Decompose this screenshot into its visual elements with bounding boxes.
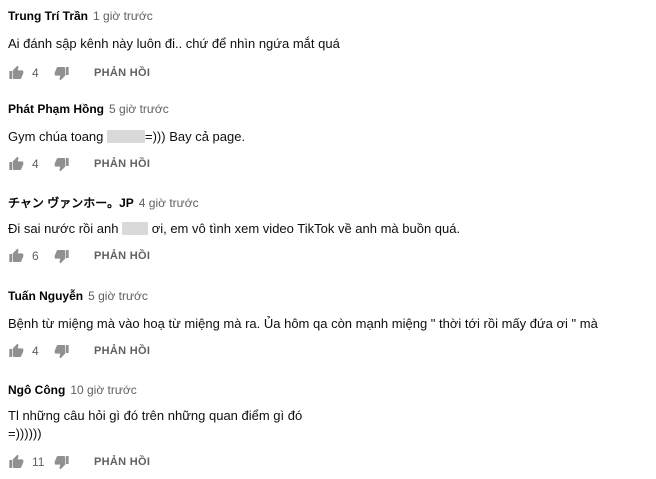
like-count: 6: [32, 249, 39, 263]
comment-text: Gym chúa toang =))) Bay cả page.: [8, 129, 246, 144]
comment-author[interactable]: Tuấn Nguyễn: [8, 289, 83, 303]
comment-item: チャン ヴァンホー。JP 4 giờ trước Đi sai nước rồi…: [8, 194, 652, 265]
comment-item: Ngô Công 10 giờ trước Tl những câu hỏi g…: [8, 383, 652, 471]
reply-button[interactable]: PHẢN HỒI: [94, 345, 150, 357]
thumbs-down-icon[interactable]: [54, 156, 70, 172]
comment-text: Tl những câu hỏi gì đó trên những quan đ…: [8, 408, 303, 441]
reply-button[interactable]: PHẢN HỒI: [94, 250, 150, 262]
comment-text: Bệnh từ miệng mà vào hoạ từ miệng mà ra.…: [8, 316, 598, 331]
like-count: 4: [32, 344, 39, 358]
comment-text: Đi sai nước rồi anh ơi, em vô tình xem v…: [8, 221, 461, 236]
reply-button[interactable]: PHẢN HỒI: [94, 158, 150, 170]
thumbs-down-icon[interactable]: [54, 343, 70, 359]
comment-item: Phát Phạm Hồng 5 giờ trước Gym chúa toan…: [8, 102, 652, 173]
thumbs-up-icon[interactable]: [8, 343, 24, 359]
comment-author[interactable]: チャン ヴァンホー。JP: [8, 194, 134, 211]
comment-time[interactable]: 5 giờ trước: [88, 289, 148, 303]
like-count: 4: [32, 66, 39, 80]
reply-button[interactable]: PHẢN HỒI: [94, 67, 150, 79]
comment-time[interactable]: 5 giờ trước: [109, 102, 169, 116]
thumbs-up-icon[interactable]: [8, 65, 24, 81]
comment-item: Tuấn Nguyễn 5 giờ trước Bệnh từ miệng mà…: [8, 289, 652, 360]
thumbs-up-icon[interactable]: [8, 156, 24, 172]
redacted-blur: [122, 222, 149, 235]
like-count: 4: [32, 157, 39, 171]
like-count: 11: [32, 455, 45, 469]
reply-button[interactable]: PHẢN HỒI: [94, 456, 150, 468]
comment-item: Trung Trí Trần 1 giờ trước Ai đánh sập k…: [8, 9, 652, 82]
thumbs-down-icon[interactable]: [54, 65, 70, 81]
comment-author[interactable]: Trung Trí Trần: [8, 9, 88, 23]
comment-author[interactable]: Ngô Công: [8, 383, 65, 397]
thumbs-down-icon[interactable]: [54, 454, 70, 470]
thumbs-down-icon[interactable]: [54, 248, 70, 264]
comment-author[interactable]: Phát Phạm Hồng: [8, 102, 104, 116]
comment-time[interactable]: 10 giờ trước: [70, 383, 136, 397]
comment-time[interactable]: 4 giờ trước: [139, 196, 199, 210]
comment-time[interactable]: 1 giờ trước: [93, 9, 153, 23]
thumbs-up-icon[interactable]: [8, 454, 24, 470]
comment-text: Ai đánh sập kênh này luôn đi.. chứ để nh…: [8, 36, 340, 51]
thumbs-up-icon[interactable]: [8, 248, 24, 264]
redacted-blur: [107, 130, 146, 143]
